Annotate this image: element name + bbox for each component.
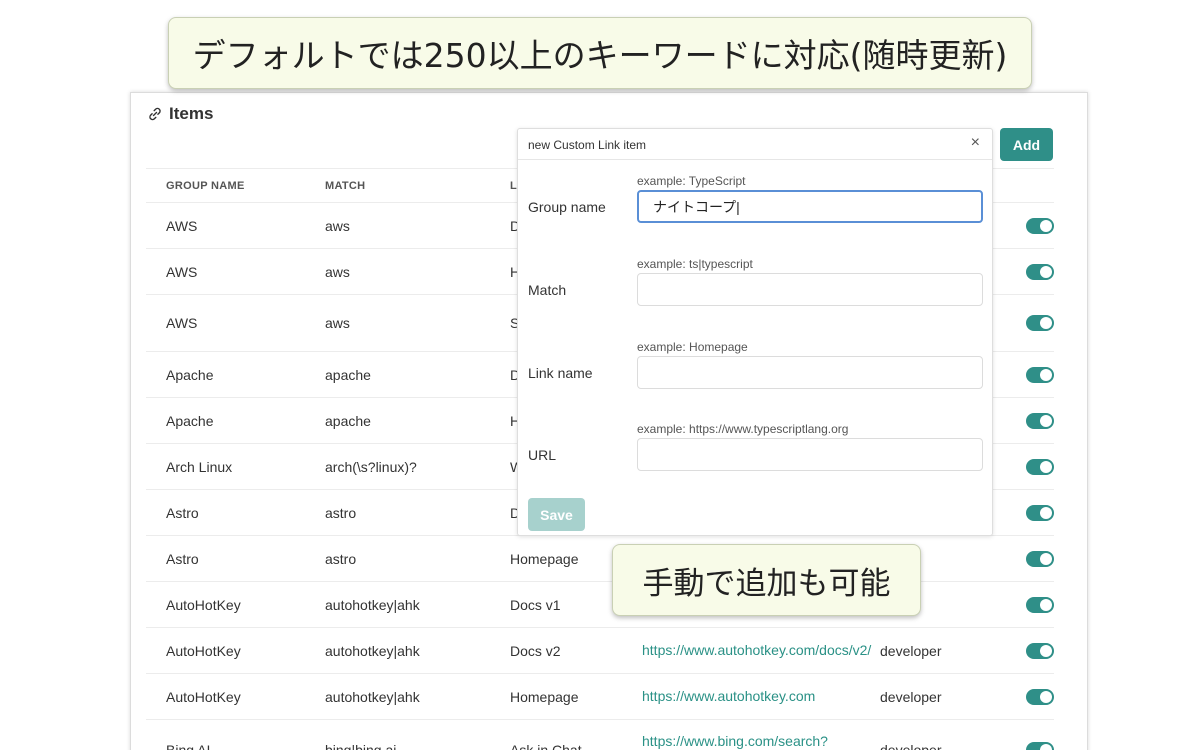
modal-header: new Custom Link item × — [518, 129, 992, 160]
enabled-toggle[interactable] — [1026, 688, 1054, 705]
url-hint: example: https://www.typescriptlang.org — [637, 422, 849, 436]
match-input[interactable] — [637, 273, 983, 306]
enabled-toggle[interactable] — [1026, 550, 1054, 567]
cell-match: autohotkey|ahk — [325, 596, 420, 613]
group-name-label: Group name — [528, 199, 606, 215]
enabled-toggle[interactable] — [1026, 263, 1054, 280]
cell-group-name: Apache — [166, 412, 214, 429]
cell-tag: developer — [880, 642, 942, 659]
link-name-input[interactable] — [637, 356, 983, 389]
cell-match: apache — [325, 412, 371, 429]
cell-link-name: Homepage — [510, 688, 579, 705]
cell-group-name: Apache — [166, 366, 214, 383]
cell-match: aws — [325, 263, 350, 280]
match-hint: example: ts|typescript — [637, 257, 753, 271]
cell-group-name: Arch Linux — [166, 458, 233, 475]
cell-url-link[interactable]: https://www.autohotkey.com/docs/v2/ — [642, 628, 871, 673]
url-label: URL — [528, 447, 557, 463]
enabled-toggle[interactable] — [1026, 217, 1054, 234]
modal-title: new Custom Link item — [528, 138, 647, 152]
link-name-label: Link name — [528, 365, 593, 381]
cell-group-name: Bing AI — [166, 741, 211, 750]
enabled-toggle[interactable] — [1026, 741, 1054, 750]
cell-link-name: Docs v1 — [510, 596, 561, 613]
cell-match: autohotkey|ahk — [325, 688, 420, 705]
bottom-annotation-callout: 手動で追加も可能 — [612, 544, 921, 616]
link-name-hint: example: Homepage — [637, 340, 748, 354]
cell-group-name: Astro — [166, 550, 199, 567]
enabled-toggle[interactable] — [1026, 366, 1054, 383]
cell-link-name: Homepage — [510, 550, 579, 567]
header-group-name[interactable]: GROUP NAME — [166, 180, 245, 192]
enabled-toggle[interactable] — [1026, 315, 1054, 331]
cell-group-name: AutoHotKey — [166, 642, 241, 659]
add-button[interactable]: Add — [1000, 128, 1053, 161]
enabled-toggle[interactable] — [1026, 596, 1054, 613]
table-row: AutoHotKey autohotkey|ahk Docs v2 https://w… — [146, 627, 1054, 673]
cell-tag: developer — [880, 688, 942, 705]
cell-match: apache — [325, 366, 371, 383]
close-icon[interactable]: × — [971, 134, 980, 152]
panel-title-text: Items — [169, 104, 214, 123]
top-annotation-callout: デフォルトでは250以上のキーワードに対応(随時更新) — [168, 17, 1032, 89]
cell-match: autohotkey|ahk — [325, 642, 420, 659]
cell-match: astro — [325, 550, 357, 567]
cell-group-name: Astro — [166, 504, 199, 521]
enabled-toggle[interactable] — [1026, 412, 1054, 429]
cell-group-name: AWS — [166, 315, 198, 331]
cell-group-name: AWS — [166, 263, 198, 280]
cell-group-name: AutoHotKey — [166, 596, 241, 613]
cell-url-link[interactable]: https://www.bing.com/search?q=%s&showcon… — [642, 720, 867, 750]
match-label: Match — [528, 282, 567, 298]
cell-url-link[interactable]: https://www.autohotkey.com — [642, 674, 867, 719]
cell-tag: developer — [880, 741, 942, 750]
enabled-toggle[interactable] — [1026, 458, 1054, 475]
link-icon — [149, 107, 161, 121]
cell-match: aws — [325, 217, 350, 234]
table-row: Bing AI bing|bing ai Ask in Chat https://ww… — [146, 719, 1054, 750]
cell-match: astro — [325, 504, 357, 521]
new-custom-link-modal: new Custom Link item × example: TypeScri… — [517, 128, 993, 536]
cell-match: aws — [325, 315, 350, 331]
url-input[interactable] — [637, 438, 983, 471]
enabled-toggle[interactable] — [1026, 504, 1054, 521]
group-name-hint: example: TypeScript — [637, 174, 746, 188]
cell-link-name: Docs v2 — [510, 642, 561, 659]
enabled-toggle[interactable] — [1026, 642, 1054, 659]
cell-group-name: AWS — [166, 217, 198, 234]
table-row: AutoHotKey autohotkey|ahk Homepage https://… — [146, 673, 1054, 719]
panel-title: Items — [147, 103, 213, 125]
cell-group-name: AutoHotKey — [166, 688, 241, 705]
cell-link-name: Ask in Chat — [510, 741, 582, 750]
cell-match: bing|bing ai — [325, 741, 397, 750]
cell-match: arch(\s?linux)? — [325, 458, 417, 475]
header-match[interactable]: MATCH — [325, 180, 365, 192]
header-link-name[interactable]: L — [510, 180, 517, 192]
save-button[interactable]: Save — [528, 498, 585, 531]
group-name-input[interactable] — [637, 190, 983, 223]
